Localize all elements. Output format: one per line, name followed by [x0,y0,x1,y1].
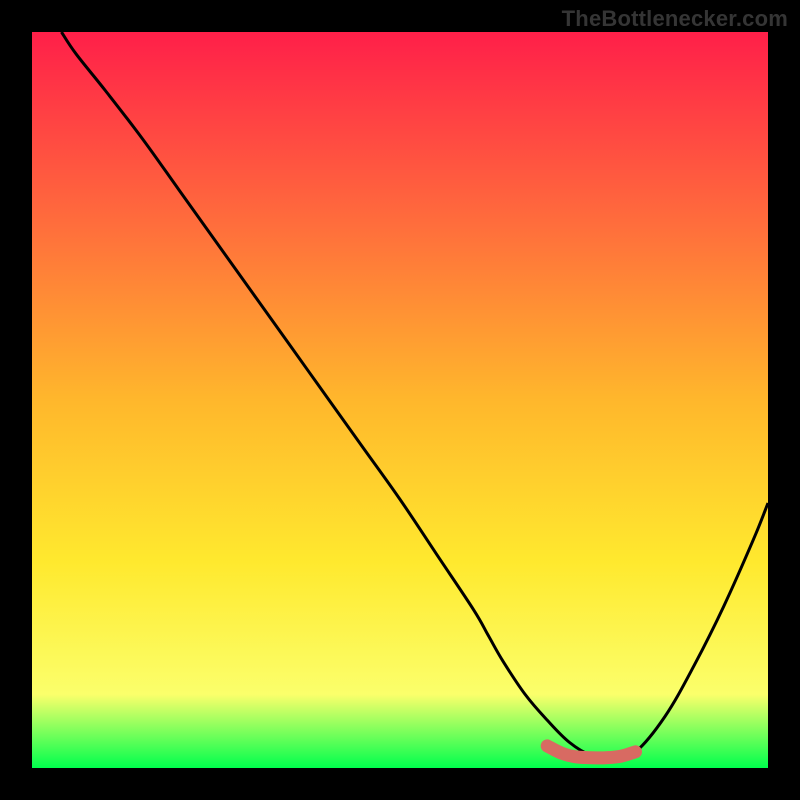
chart-container: TheBottlenecker.com [0,0,800,800]
plot-area [32,32,768,768]
watermark-label: TheBottlenecker.com [562,6,788,32]
plot-svg [32,32,768,768]
gradient-background [32,32,768,768]
